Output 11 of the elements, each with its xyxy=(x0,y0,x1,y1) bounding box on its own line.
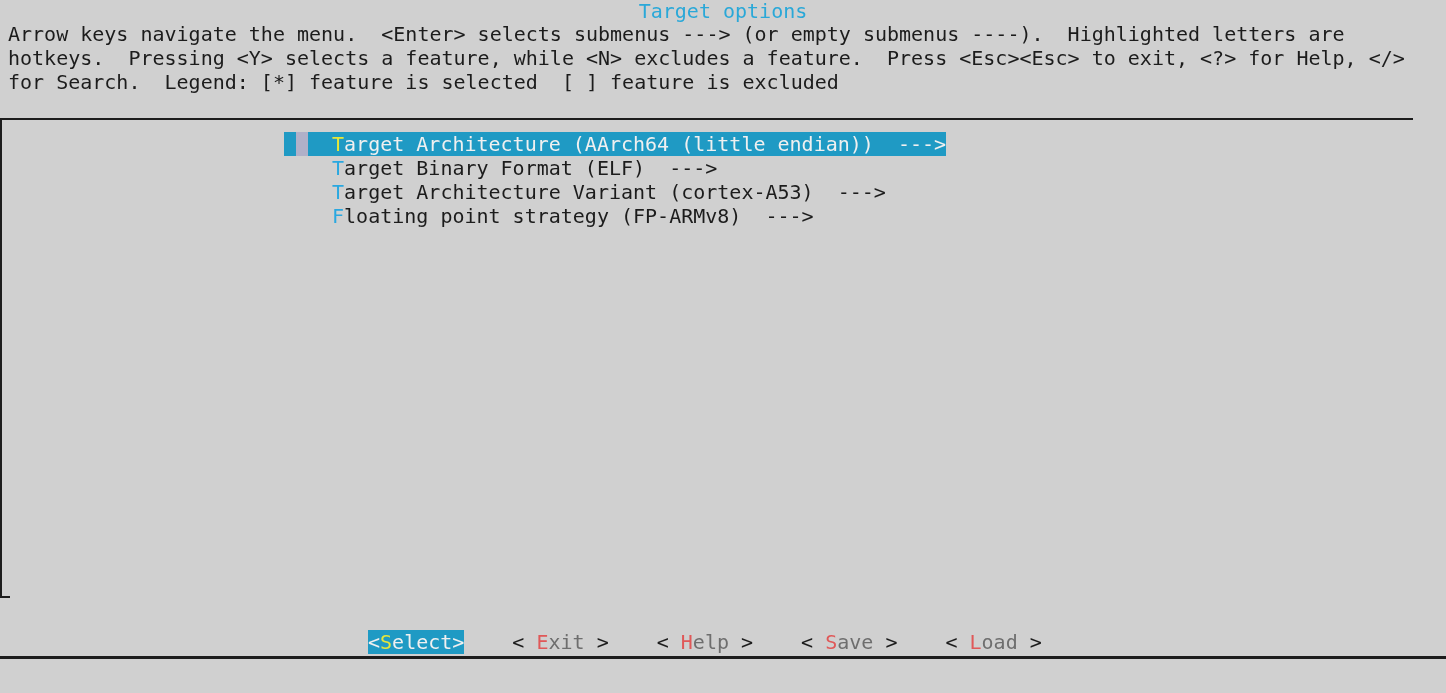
menu-button[interactable]: < Save > xyxy=(801,630,898,654)
help-text: Arrow keys navigate the menu. <Enter> selects submenus ---> (or empty submenus ----). Highlighted letters are xyxy=(7,22,1346,46)
dialog-title: Target options xyxy=(637,0,809,22)
help-text: for Search. Legend: [*] feature is selected [ ] feature is excluded xyxy=(7,70,840,94)
menu-button[interactable]: < Help > xyxy=(656,630,754,654)
menu-button[interactable]: < Load > xyxy=(945,630,1042,654)
menu-item[interactable]: Target Binary Format (ELF) ---> xyxy=(284,156,718,180)
menu-item[interactable]: Target Architecture Variant (cortex-A53) ---> xyxy=(284,180,886,204)
menu-item[interactable]: Floating point strategy (FP-ARMv8) ---> xyxy=(284,204,814,228)
help-text: hotkeys. Pressing <Y> selects a feature, while <N> excludes a feature. Press <Esc><Esc> to exit, <?> for Help, </> xyxy=(7,46,1406,70)
menu-button[interactable]: < Exit > xyxy=(512,630,609,654)
